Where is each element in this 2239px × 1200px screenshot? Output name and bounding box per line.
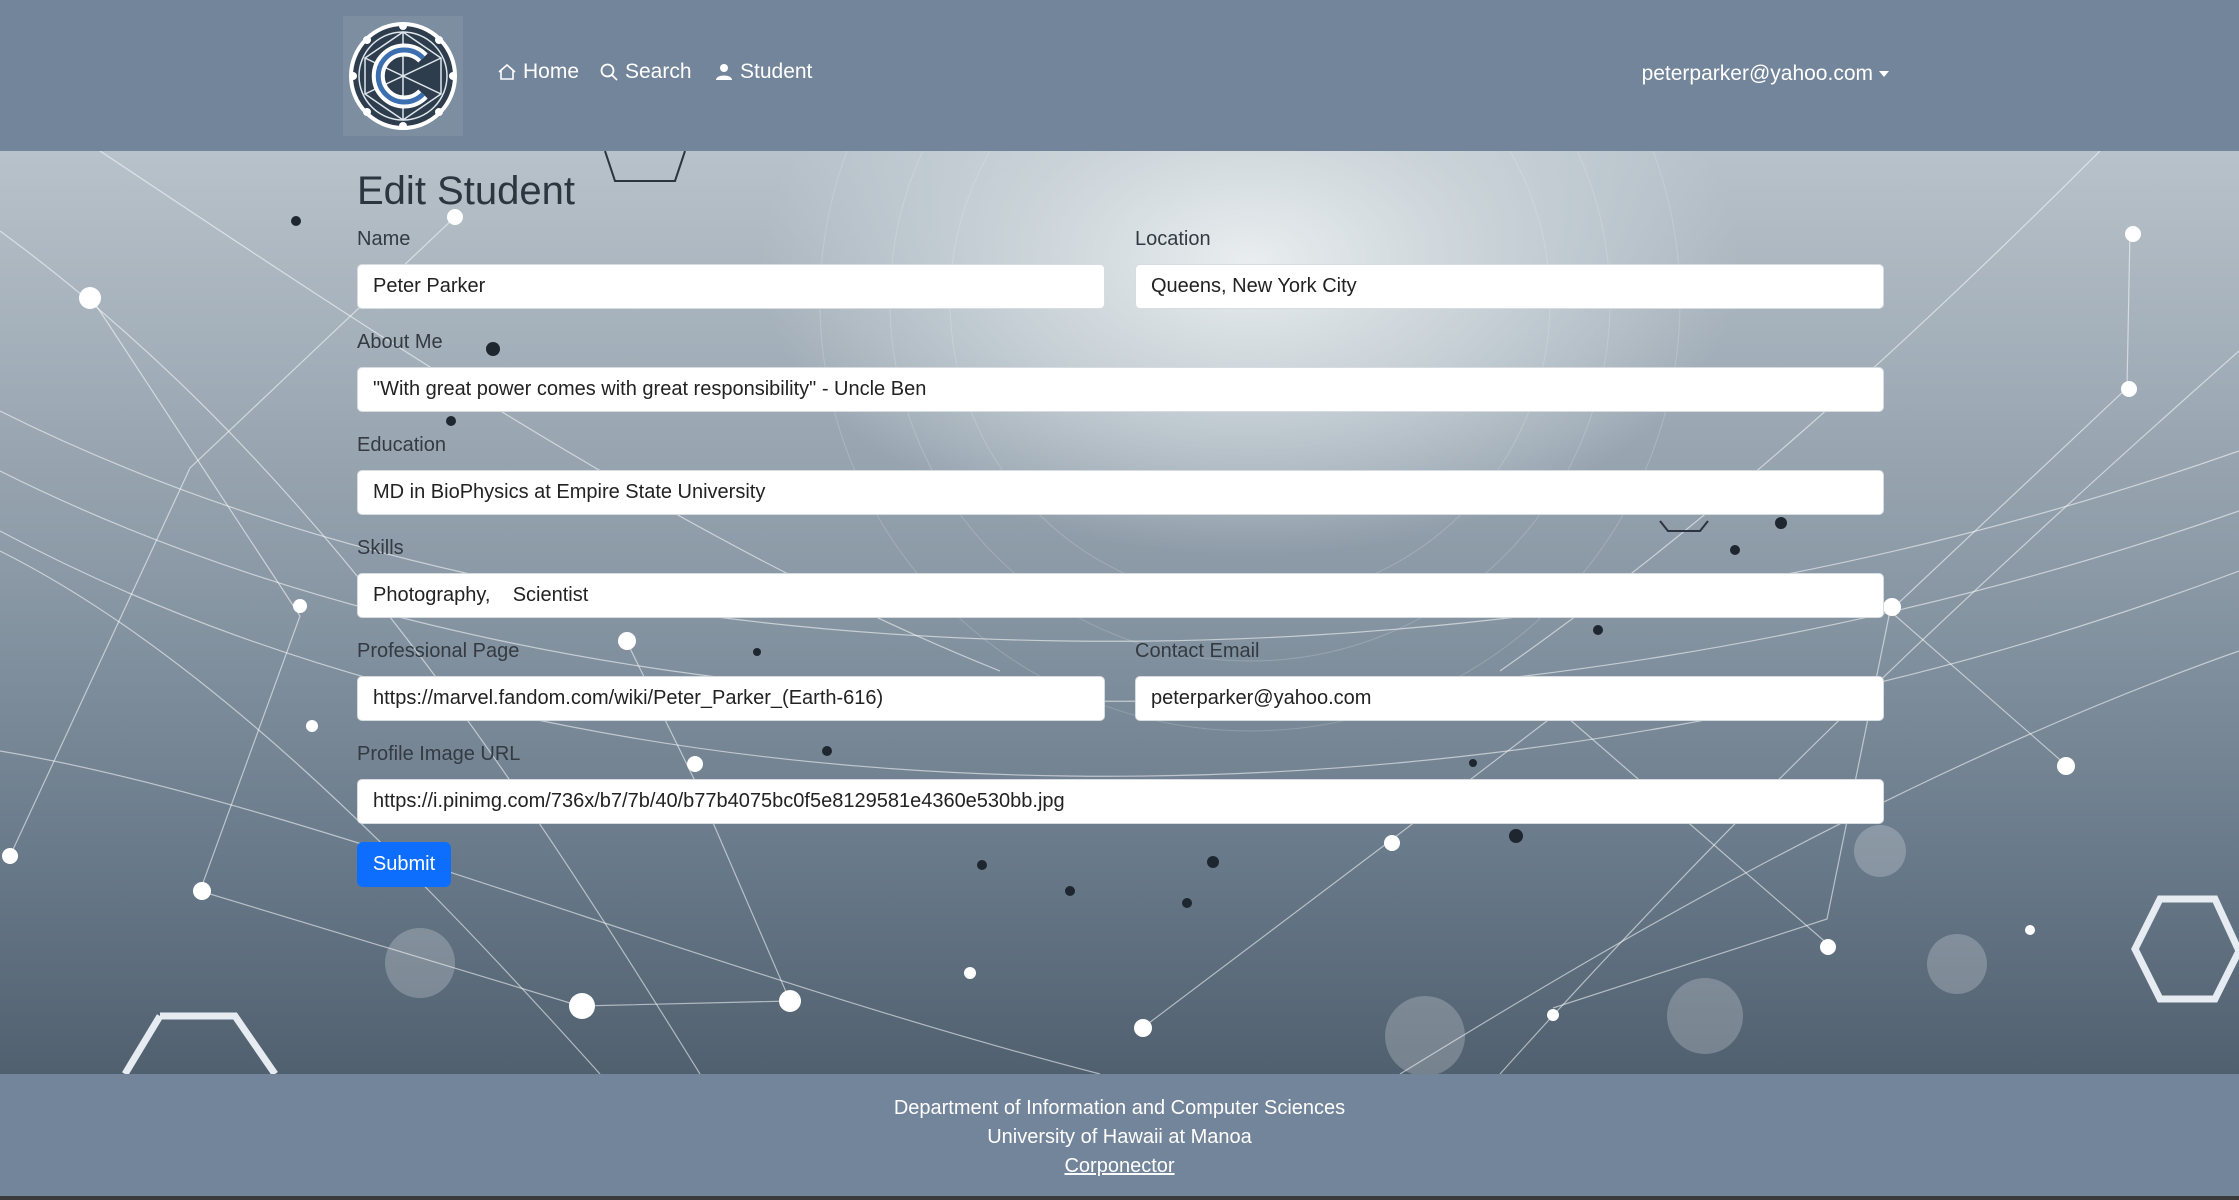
location-field[interactable]: Queens, New York City [1135,264,1884,309]
profile-image-url-label: Profile Image URL [357,743,521,765]
profile-image-url-field[interactable]: https://i.pinimg.com/736x/b7/7b/40/b77b4… [357,779,1884,824]
skills-field[interactable]: Photography, Scientist [357,573,1884,618]
corponector-logo[interactable] [343,16,463,136]
user-email: peterparker@yahoo.com [1641,62,1873,85]
house-icon [498,63,516,80]
about-me-field[interactable]: "With great power comes with great respo… [357,367,1884,412]
footer-department: Department of Information and Computer S… [893,1097,1346,1119]
footer-divider [0,1196,2239,1200]
user-dropdown[interactable]: peterparker@yahoo.com [1642,62,1889,86]
footer-corponector-link[interactable]: Corponector [1064,1155,1174,1177]
caret-down-icon [1879,71,1889,77]
education-field[interactable]: MD in BioPhysics at Empire State Univers… [357,470,1884,515]
logo-icon [349,22,457,130]
professional-page-label: Professional Page [357,640,520,662]
submit-button[interactable]: Submit [357,842,451,887]
footer-university: University of Hawaii at Manoa [987,1126,1252,1148]
page-title: Edit Student [357,169,575,213]
search-icon [600,63,618,81]
nav-student-link[interactable]: Student [714,60,812,84]
skills-label: Skills [357,537,404,559]
footer: Department of Information and Computer S… [0,1074,2239,1200]
nav-student-label: Student [740,60,813,83]
person-icon [716,64,732,80]
nav-search-label: Search [625,60,692,83]
contact-email-label: Contact Email [1135,640,1260,662]
main-content: Edit Student Name Peter Parker Location … [0,151,2239,1074]
nav-search-link[interactable]: Search [599,60,692,84]
nav-home-link[interactable]: Home [497,60,579,84]
education-label: Education [357,434,446,456]
professional-page-field[interactable]: https://marvel.fandom.com/wiki/Peter_Par… [357,676,1105,721]
name-field[interactable]: Peter Parker [357,264,1105,309]
location-label: Location [1135,228,1211,250]
about-me-label: About Me [357,331,443,353]
name-label: Name [357,228,411,250]
contact-email-field[interactable]: peterparker@yahoo.com [1135,676,1884,721]
navbar: Home Search Student peterparker@yahoo.co… [0,0,2239,151]
nav-home-label: Home [523,60,580,83]
